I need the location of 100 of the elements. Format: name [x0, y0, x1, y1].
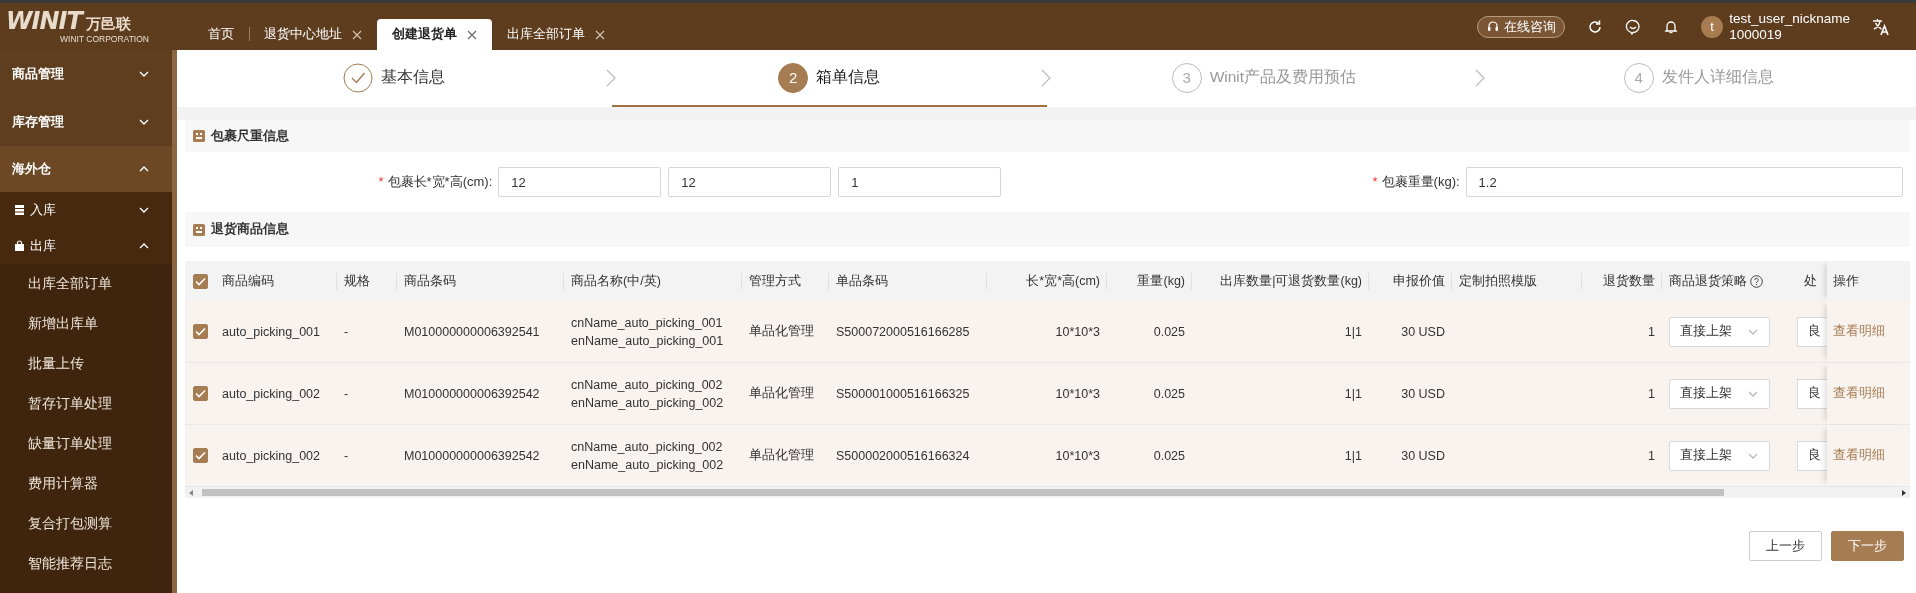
checkbox[interactable]	[193, 324, 208, 339]
table-cell-text: 单品化管理	[748, 447, 815, 464]
table-cell-text: M010000000006392542	[403, 386, 541, 401]
details-link[interactable]: 查看明细	[1833, 323, 1885, 340]
step-label: 发件人详细信息	[1661, 67, 1774, 87]
chevron-right-icon	[605, 69, 616, 87]
consult-button[interactable]: 在线咨询	[1477, 15, 1566, 38]
field-label: * 包裹长*宽*高(cm):	[377, 173, 494, 191]
column-header: 商品条码	[397, 272, 564, 290]
tab[interactable]: 首页	[193, 19, 249, 50]
section-icon	[193, 130, 205, 142]
column-header: 处	[1803, 272, 1818, 290]
menu-item[interactable]: 出库	[0, 228, 172, 264]
select-field[interactable]: 良	[1797, 378, 1827, 409]
column-header: 商品名称(中/英)	[564, 272, 742, 290]
select-field[interactable]: 直接上架	[1669, 316, 1770, 347]
close-icon[interactable]	[467, 29, 477, 40]
horizontal-scrollbar[interactable]	[185, 487, 1910, 498]
next-button[interactable]: 下一步	[1831, 531, 1904, 561]
menu-item[interactable]: 缺量订单处理	[0, 424, 172, 464]
translate-icon[interactable]	[1872, 17, 1890, 36]
smile-icon[interactable]	[1625, 18, 1642, 35]
menu-item[interactable]: 批量上传	[0, 344, 172, 384]
table-cell-text: S500072000516166285	[835, 324, 971, 339]
input-field[interactable]: 1.2	[1465, 167, 1903, 197]
menu-item[interactable]: 商品管理	[0, 50, 172, 98]
table-cell-text: 0.025	[1152, 386, 1186, 401]
menu-label: 海外仓	[12, 160, 51, 178]
menu-label: 库存管理	[12, 113, 64, 131]
table-cell-text: M010000000006392542	[403, 448, 541, 463]
logo-chinese-text: 万邑联	[85, 15, 131, 34]
column-header: 规格	[337, 272, 397, 290]
check-icon	[195, 327, 206, 336]
input-field[interactable]: 12	[498, 167, 662, 197]
menu-item[interactable]: 智能推荐日志	[0, 544, 172, 584]
column-header: 申报价值	[1369, 272, 1452, 290]
list-icon	[14, 204, 25, 216]
column-header: 商品退货策略	[1669, 272, 1747, 290]
checkbox[interactable]	[193, 386, 208, 401]
table-cell-text: 单品化管理	[748, 385, 815, 402]
menu-item[interactable]: 入库	[0, 192, 172, 228]
input-field[interactable]: 1	[838, 167, 1002, 197]
menu-item[interactable]: 出库全部订单	[0, 264, 172, 304]
checkbox[interactable]	[193, 273, 208, 289]
details-link[interactable]: 查看明细	[1833, 447, 1885, 464]
column-header: 长*宽*高(cm)	[987, 272, 1107, 290]
table-cell-text: 1	[1647, 448, 1656, 463]
table-cell-text: 1	[1647, 324, 1656, 339]
table-cell-text: auto_picking_001	[221, 324, 321, 339]
select-field[interactable]: 直接上架	[1669, 378, 1770, 409]
tab[interactable]: 退货中心地址	[249, 19, 377, 50]
refresh-icon[interactable]	[1587, 18, 1604, 35]
table-cell-text: auto_picking_002	[221, 448, 321, 463]
tab[interactable]: 创建退货单	[377, 19, 492, 50]
chevron-right-icon	[1040, 69, 1051, 87]
table-cell-text: auto_picking_002	[221, 386, 321, 401]
details-link[interactable]: 查看明细	[1833, 385, 1885, 402]
select-field[interactable]: 良	[1797, 440, 1827, 471]
column-header: 操作	[1827, 261, 1907, 301]
select-field[interactable]: 良	[1797, 316, 1827, 347]
column-header: 退货数量	[1582, 272, 1662, 290]
column-header: 商品编码	[215, 272, 337, 290]
column-header: 管理方式	[742, 272, 829, 290]
table-cell-text: 0.025	[1152, 324, 1186, 339]
logo-wordmark: WINIT	[6, 9, 82, 33]
back-button[interactable]: 上一步	[1749, 531, 1822, 561]
input-field[interactable]: 12	[668, 167, 832, 197]
table-cell-text: 10*10*3	[1054, 448, 1101, 463]
column-header: 单品条码	[829, 272, 987, 290]
bell-icon[interactable]	[1663, 18, 1680, 35]
table-cell-text: 1|1	[1343, 386, 1363, 401]
table-cell-text: M010000000006392541	[403, 324, 541, 339]
table-cell-text: 单品化管理	[748, 323, 815, 340]
checkbox[interactable]	[193, 448, 208, 463]
section-title: 退货商品信息	[211, 221, 289, 238]
help-icon[interactable]	[1750, 274, 1763, 288]
menu-item[interactable]: 海外仓	[0, 146, 172, 192]
headset-icon	[1486, 19, 1501, 34]
menu-item[interactable]: 暂存订单处理	[0, 384, 172, 424]
menu-item[interactable]: 费用计算器	[0, 464, 172, 504]
menu-item[interactable]: 库存管理	[0, 98, 172, 146]
avatar: t	[1701, 15, 1724, 38]
menu-item[interactable]: 复合打包测算	[0, 504, 172, 544]
table-cell-text: S500001000516166325	[835, 386, 971, 401]
check-icon	[195, 276, 206, 286]
step-number: 2	[778, 62, 809, 93]
step-label: 基本信息	[381, 67, 446, 87]
logo-subtitle: WINIT CORPORATION	[60, 34, 150, 44]
table-cell-text: cnName_auto_picking_002 enName_auto_picking_002	[570, 438, 725, 474]
tab[interactable]: 出库全部订单	[492, 19, 620, 50]
menu-item[interactable]: 新增出库单	[0, 304, 172, 344]
select-field[interactable]: 直接上架	[1669, 440, 1770, 471]
menu-label: 入库	[30, 201, 56, 219]
table-cell-text: 1|1	[1343, 324, 1363, 339]
menu-label: 商品管理	[12, 65, 64, 83]
section-icon	[193, 223, 205, 236]
table-cell-text: 0.025	[1152, 448, 1186, 463]
column-header: 重量(kg)	[1107, 272, 1192, 290]
table-cell-text: -	[343, 448, 350, 463]
section-title: 包裹尺重信息	[211, 127, 289, 145]
